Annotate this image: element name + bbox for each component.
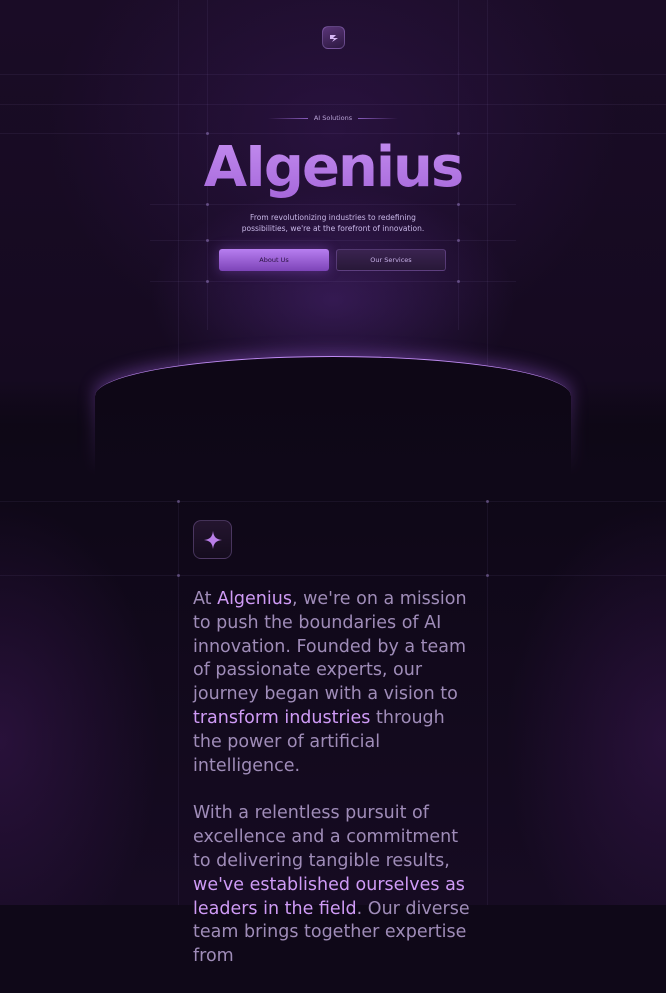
horizon-fade [0, 390, 666, 500]
highlight-brand: Algenius [217, 589, 292, 609]
text-segment: With a relentless pursuit of excellence … [193, 803, 459, 871]
eyebrow-line-right [358, 118, 398, 119]
highlight-transform: transform industries [193, 707, 371, 728]
about-text: At Algenius, we're on a mission to push … [193, 588, 478, 993]
hero-subtitle: From revolutionizing industries to redef… [241, 213, 425, 233]
about-paragraph-1: At Algenius, we're on a mission to push … [193, 588, 478, 778]
logo-mark-icon[interactable] [322, 26, 345, 49]
text-segment: At [193, 589, 218, 609]
eyebrow-label: AI Solutions [313, 114, 353, 122]
about-us-button[interactable]: About Us [219, 249, 329, 271]
about-paragraph-2: With a relentless pursuit of excellence … [193, 802, 478, 969]
our-services-button[interactable]: Our Services [336, 249, 446, 271]
hero-title: AIgenius [0, 134, 666, 202]
sparkle-icon [193, 520, 232, 559]
